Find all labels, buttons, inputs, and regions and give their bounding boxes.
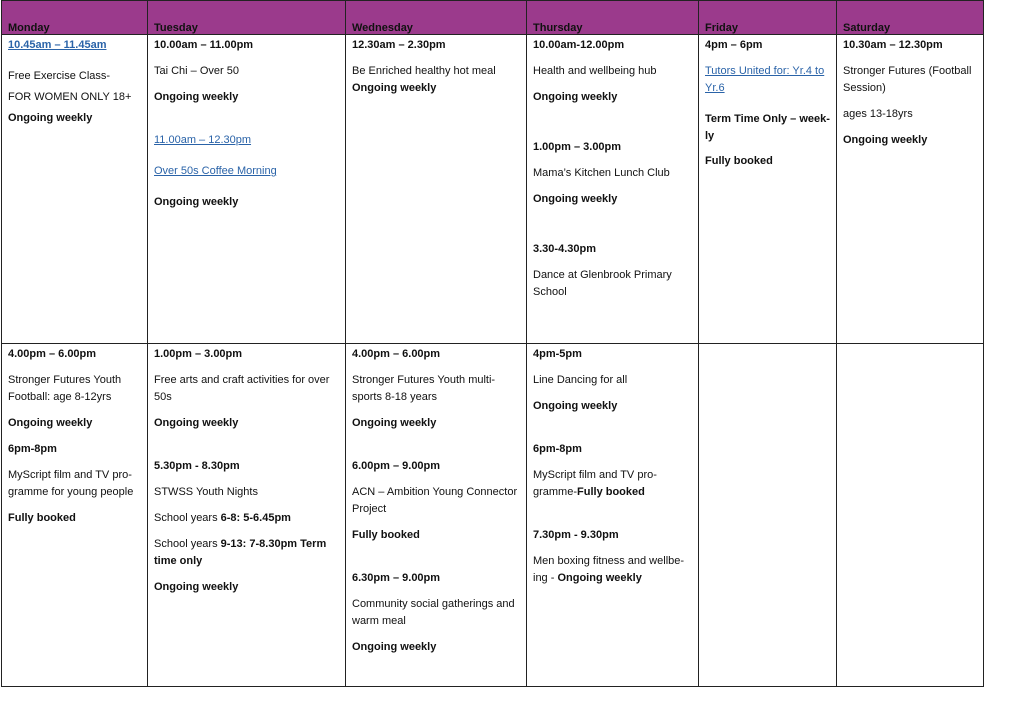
cell-tuesday-pm: 1.00pm – 3.00pm Free arts and craft acti… bbox=[147, 343, 346, 687]
event-title: Stronger Futures Youth multi-sports 8-18… bbox=[352, 374, 496, 403]
event-time: 3.30-4.30pm bbox=[533, 243, 596, 255]
event-title-link[interactable]: Tutors United for: Yr.4 to Yr.6 bbox=[705, 63, 830, 97]
event-status: Ongoing weekly bbox=[533, 400, 618, 412]
cell-wednesday-am: 12.30am – 2.30pm Be Enriched healthy hot… bbox=[345, 34, 527, 344]
event-time-link[interactable]: 10.45am – 11.45am bbox=[8, 37, 141, 54]
event-title: Be Enriched healthy hot meal bbox=[352, 65, 496, 77]
event-subtitle: ages 13-18yrs bbox=[843, 108, 913, 120]
event-title: MyScript film and TV pro-gramme-Fully bo… bbox=[533, 469, 657, 498]
event-status: Ongoing weekly bbox=[533, 91, 618, 103]
event-time: 1.00pm – 3.00pm bbox=[533, 141, 622, 153]
event-title: Stronger Futures Youth Football: age 8-1… bbox=[8, 374, 122, 403]
event-time: 7.30pm - 9.30pm bbox=[533, 529, 619, 541]
event-title: Stronger Futures (Football Session) bbox=[843, 65, 972, 94]
event-title: Tai Chi – Over 50 bbox=[154, 65, 239, 77]
event-time: 4.00pm – 6.00pm bbox=[352, 348, 441, 360]
event-detail: School years 6-8: 5-6.45pm bbox=[154, 512, 291, 524]
event-title: ACN – Ambition Young Connector Project bbox=[352, 486, 518, 515]
event-title: Men boxing fitness and wellbe-ing - Ongo… bbox=[533, 555, 685, 584]
header-friday: Friday bbox=[698, 0, 837, 35]
morning-row: 10.45am – 11.45am Free Exercise Class- F… bbox=[1, 34, 984, 344]
event-status: Ongoing weekly bbox=[8, 417, 93, 429]
weekly-timetable: Monday Tuesday Wednesday Thursday Friday… bbox=[1, 0, 984, 687]
event-title: Free Exercise Class- bbox=[8, 70, 111, 82]
event-time: 10.00am – 11.00pm bbox=[154, 39, 254, 51]
event-status: Ongoing weekly bbox=[8, 112, 93, 124]
event-time: 6pm-8pm bbox=[533, 443, 582, 455]
event-title: MyScript film and TV pro-gramme for youn… bbox=[8, 469, 134, 498]
event-status: Fully booked bbox=[352, 529, 420, 541]
event-status: Ongoing weekly bbox=[154, 91, 239, 103]
header-wednesday: Wednesday bbox=[345, 0, 527, 35]
event-time: 1.00pm – 3.00pm bbox=[154, 348, 243, 360]
event-detail: School years 9-13: 7-8.30pm Term time on… bbox=[154, 538, 327, 567]
event-title: Health and wellbeing hub bbox=[533, 65, 657, 77]
event-title: Dance at Glenbrook Primary School bbox=[533, 269, 672, 298]
event-time: 4pm-5pm bbox=[533, 348, 582, 360]
cell-tuesday-am: 10.00am – 11.00pm Tai Chi – Over 50 Ongo… bbox=[147, 34, 346, 344]
event-note: Term Time Only – week-ly bbox=[705, 113, 830, 142]
event-status: Fully booked bbox=[8, 512, 76, 524]
event-time: 6.30pm – 9.00pm bbox=[352, 572, 441, 584]
event-time: 10.00am-12.00pm bbox=[533, 39, 625, 51]
event-status: Ongoing weekly bbox=[352, 641, 437, 653]
cell-monday-pm: 4.00pm – 6.00pm Stronger Futures Youth F… bbox=[1, 343, 148, 687]
event-status: Ongoing weekly bbox=[154, 581, 239, 593]
header-thursday: Thursday bbox=[526, 0, 699, 35]
cell-wednesday-pm: 4.00pm – 6.00pm Stronger Futures Youth m… bbox=[345, 343, 527, 687]
event-status: Fully booked bbox=[705, 155, 773, 167]
cell-thursday-pm: 4pm-5pm Line Dancing for all Ongoing wee… bbox=[526, 343, 699, 687]
header-tuesday: Tuesday bbox=[147, 0, 346, 35]
header-row: Monday Tuesday Wednesday Thursday Friday… bbox=[1, 0, 984, 35]
header-saturday: Saturday bbox=[836, 0, 984, 35]
event-time: 4pm – 6pm bbox=[705, 39, 763, 51]
cell-saturday-am: 10.30am – 12.30pm Stronger Futures (Foot… bbox=[836, 34, 984, 344]
event-time: 6pm-8pm bbox=[8, 443, 57, 455]
header-monday: Monday bbox=[1, 0, 148, 35]
cell-friday-am: 4pm – 6pm Tutors United for: Yr.4 to Yr.… bbox=[698, 34, 837, 344]
event-time: 6.00pm – 9.00pm bbox=[352, 460, 441, 472]
evening-row: 4.00pm – 6.00pm Stronger Futures Youth F… bbox=[1, 343, 984, 687]
cell-monday-am: 10.45am – 11.45am Free Exercise Class- F… bbox=[1, 34, 148, 344]
event-time-link[interactable]: 11.00am – 12.30pm bbox=[154, 132, 339, 149]
event-subtitle: FOR WOMEN ONLY 18+ bbox=[8, 91, 132, 103]
event-status: Ongoing weekly bbox=[154, 196, 239, 208]
cell-thursday-am: 10.00am-12.00pm Health and wellbeing hub… bbox=[526, 34, 699, 344]
event-title: STWSS Youth Nights bbox=[154, 486, 258, 498]
event-title-link[interactable]: Over 50s Coffee Morning bbox=[154, 163, 339, 180]
event-time: 12.30am – 2.30pm bbox=[352, 39, 446, 51]
cell-friday-pm bbox=[698, 343, 837, 687]
event-title: Community social gatherings and warm mea… bbox=[352, 598, 515, 627]
event-title: Mama’s Kitchen Lunch Club bbox=[533, 167, 670, 179]
event-status: Ongoing weekly bbox=[843, 134, 928, 146]
event-status: Ongoing weekly bbox=[352, 82, 437, 94]
event-time: 5.30pm - 8.30pm bbox=[154, 460, 240, 472]
event-title: Free arts and craft activities for over … bbox=[154, 374, 330, 403]
event-time: 10.30am – 12.30pm bbox=[843, 39, 943, 51]
event-status: Ongoing weekly bbox=[154, 417, 239, 429]
cell-saturday-pm bbox=[836, 343, 984, 687]
event-time: 4.00pm – 6.00pm bbox=[8, 348, 97, 360]
event-title: Line Dancing for all bbox=[533, 374, 628, 386]
event-status: Ongoing weekly bbox=[352, 417, 437, 429]
event-status: Ongoing weekly bbox=[533, 193, 618, 205]
